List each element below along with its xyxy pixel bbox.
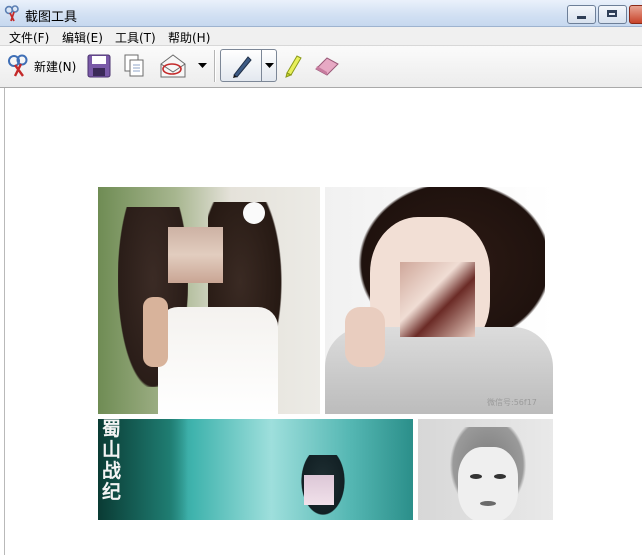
new-snip-icon [8,54,28,77]
toolbar: 新建(N) [0,45,642,88]
toolbar-separator [214,50,215,82]
close-button[interactable] [629,5,642,24]
photo-pencil-sketch [418,419,553,520]
pen-button[interactable] [220,49,277,82]
save-icon[interactable] [86,53,112,79]
menu-bar: 文件(F) 编辑(E) 工具(T) 帮助(H) [0,27,642,45]
maximize-button[interactable] [598,5,627,24]
photo-portrait-sweater: 微信号:56f17 [325,187,553,414]
title-bar: 截图工具 [0,0,642,27]
photo-banner: 蜀山战纪 [98,419,413,520]
pen-dropdown-arrow-icon[interactable] [265,63,274,69]
window-title: 截图工具 [25,10,78,25]
menu-edit[interactable]: 编辑(E) [62,29,103,46]
scissors-icon [4,5,19,22]
capture-canvas[interactable]: 微信号:56f17 蜀山战纪 [4,88,642,555]
photo-portrait-white-dress [98,187,320,414]
eraser-icon[interactable] [313,55,341,77]
new-snip-label: 新建(N) [34,60,77,74]
menu-help[interactable]: 帮助(H) [168,29,210,46]
new-snip-button[interactable]: 新建(N) [4,50,78,82]
menu-tools[interactable]: 工具(T) [115,29,156,46]
minimize-button[interactable] [567,5,596,24]
send-dropdown-arrow-icon[interactable] [198,63,207,69]
send-email-icon[interactable] [158,52,188,80]
banner-title-text: 蜀山战纪 [102,419,122,503]
highlighter-icon[interactable] [282,53,304,79]
pen-split-divider [261,50,262,81]
photo-watermark: 微信号:56f17 [487,398,537,407]
copy-icon[interactable] [122,53,146,79]
menu-file[interactable]: 文件(F) [9,29,49,46]
pen-icon [233,56,252,78]
